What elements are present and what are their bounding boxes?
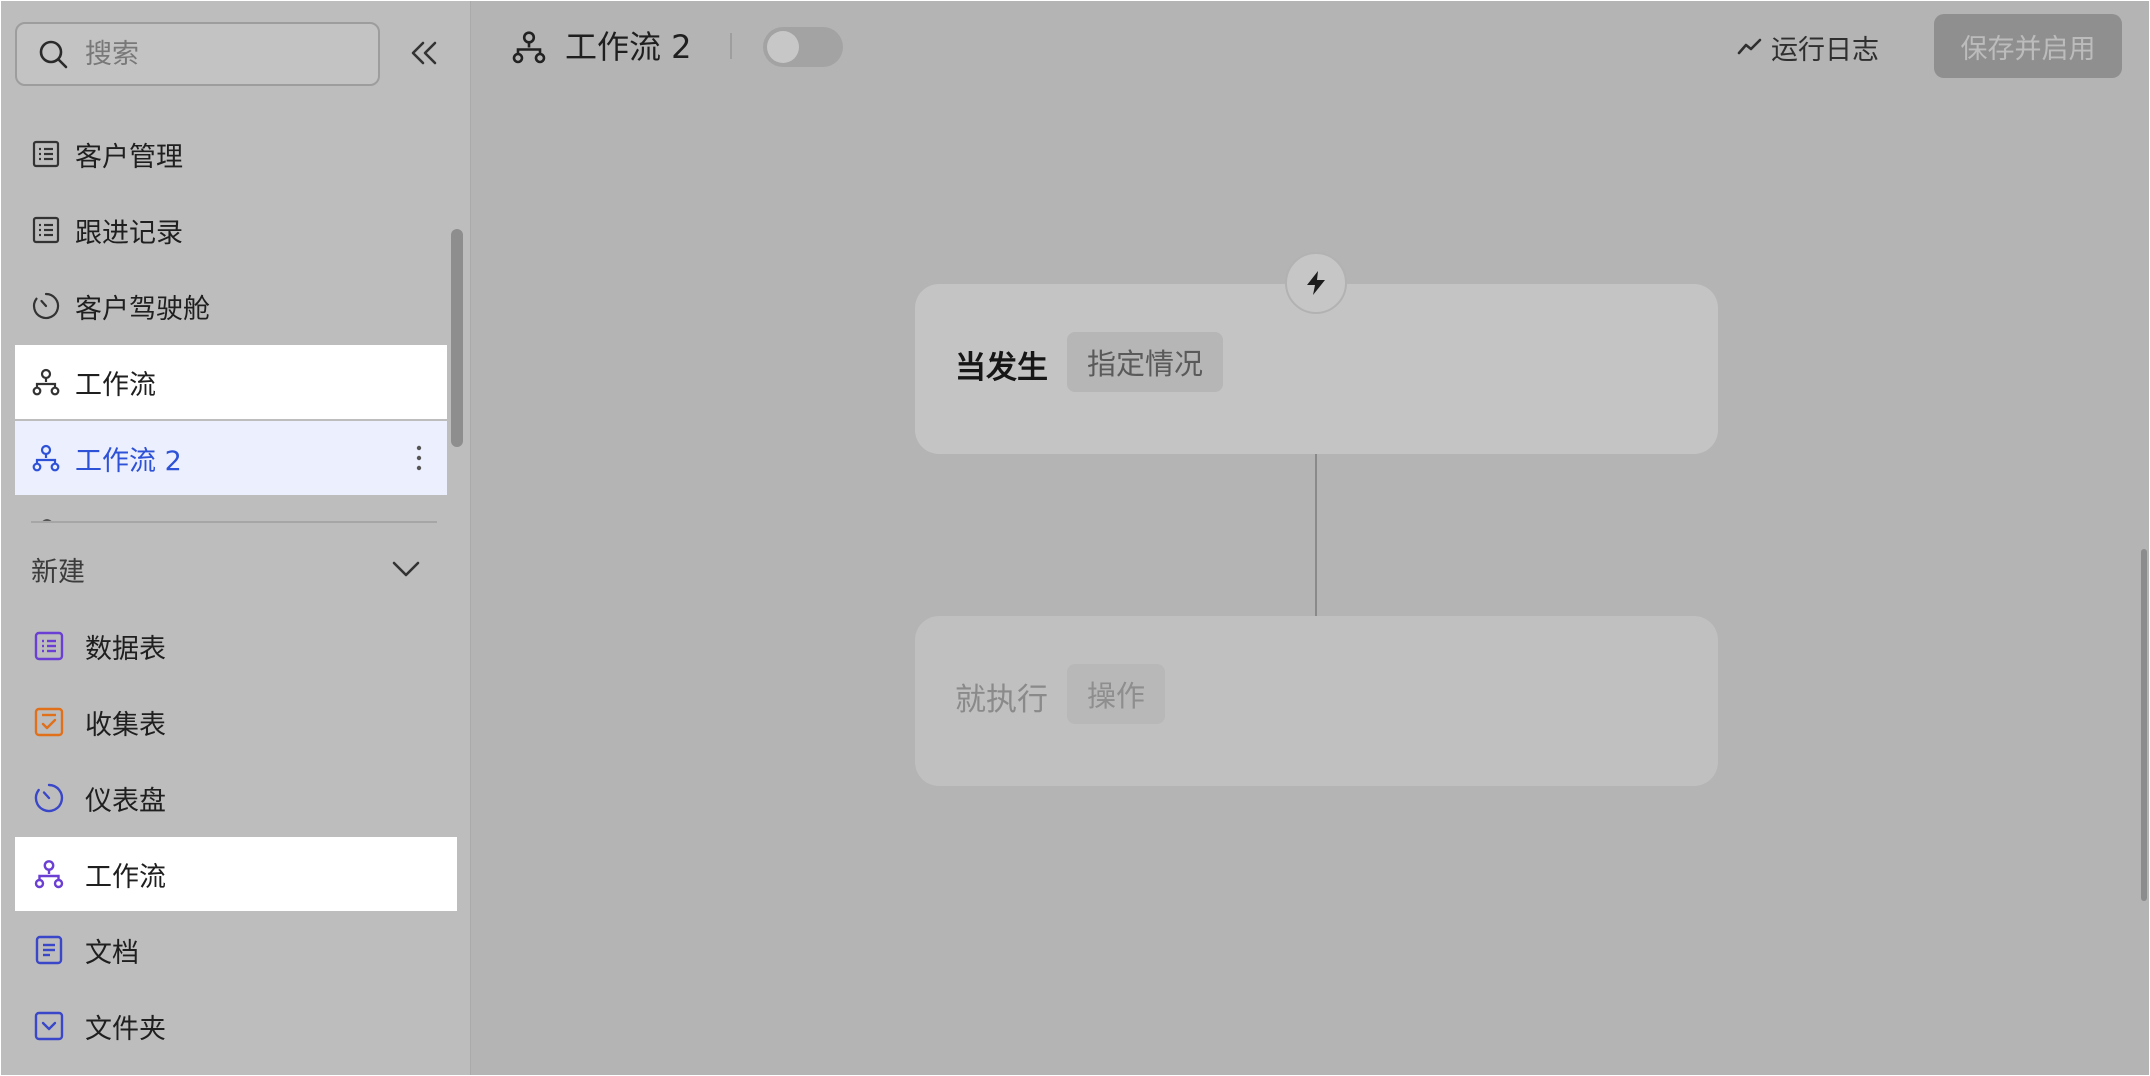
- new-form-button[interactable]: 收集表: [15, 685, 457, 759]
- trigger-badge: [1285, 252, 1347, 314]
- sidebar-item-customer-cockpit[interactable]: 客户驾驶舱: [15, 269, 447, 343]
- canvas-scrollbar[interactable]: [2141, 549, 2147, 901]
- action-node[interactable]: 就执行 操作: [915, 616, 1718, 786]
- divider: [31, 521, 437, 523]
- run-log-button[interactable]: 运行日志: [1737, 25, 1879, 69]
- workflow-icon: [32, 444, 60, 472]
- table-icon: [32, 140, 60, 168]
- sidebar-item-label: 工作流: [75, 369, 156, 401]
- new-item-label: 文档: [85, 937, 139, 969]
- sidebar-item-follow-up-records[interactable]: 跟进记录: [15, 193, 447, 267]
- sidebar: 客户管理 跟进记录 客户驾驶舱: [1, 1, 471, 1075]
- run-log-label: 运行日志: [1771, 34, 1879, 66]
- collapse-sidebar-icon[interactable]: [406, 35, 442, 71]
- title-separator: [730, 33, 732, 59]
- page-title: 工作流 2: [565, 28, 692, 66]
- sidebar-item-label: 工作流 2: [75, 445, 182, 477]
- new-dashboard-button[interactable]: 仪表盘: [15, 761, 457, 835]
- new-item-label: 文件夹: [85, 1013, 166, 1045]
- new-section-title: 新建: [31, 556, 85, 588]
- action-label: 就执行: [955, 682, 1048, 718]
- new-item-label: 仪表盘: [85, 785, 166, 817]
- search-input[interactable]: [83, 37, 347, 71]
- save-and-enable-button[interactable]: 保存并启用: [1934, 14, 2122, 78]
- new-item-label: 收集表: [85, 709, 166, 741]
- workflow-icon: [512, 31, 546, 64]
- form-icon: [34, 707, 64, 737]
- sidebar-scrollbar[interactable]: [451, 229, 463, 447]
- table-icon: [32, 216, 60, 244]
- workflow-icon: [34, 860, 64, 889]
- dashboard-icon: [32, 292, 60, 320]
- folder-icon: [34, 1011, 64, 1041]
- sidebar-item-workflow-2[interactable]: 工作流 2: [15, 421, 447, 495]
- new-item-label: 数据表: [85, 633, 166, 665]
- sidebar-item-label: 客户管理: [75, 141, 183, 173]
- enable-toggle[interactable]: [763, 27, 843, 67]
- new-section-header[interactable]: 新建: [31, 541, 423, 597]
- chevron-down-icon: [392, 561, 420, 577]
- dashboard-icon: [34, 783, 64, 813]
- new-item-label: 工作流: [85, 861, 166, 893]
- new-folder-button[interactable]: 文件夹: [15, 989, 457, 1063]
- more-options-icon[interactable]: [415, 443, 423, 473]
- workflow-icon: [32, 368, 60, 396]
- sidebar-item-label: 跟进记录: [75, 217, 183, 249]
- trigger-label: 当发生: [955, 350, 1048, 386]
- node-connector: [1315, 454, 1317, 616]
- lightning-bolt-icon: [1307, 271, 1325, 295]
- sidebar-item-workflow[interactable]: 工作流: [15, 345, 447, 419]
- new-document-button[interactable]: 文档: [15, 913, 457, 987]
- toggle-knob: [767, 31, 799, 63]
- app-window: 客户管理 跟进记录 客户驾驶舱: [1, 1, 2149, 1075]
- trend-chart-icon: [1737, 38, 1762, 55]
- new-datasheet-button[interactable]: 数据表: [15, 609, 457, 683]
- document-icon: [35, 935, 63, 965]
- sidebar-item-customer-management[interactable]: 客户管理: [15, 117, 447, 191]
- new-workflow-button[interactable]: 工作流: [15, 837, 457, 911]
- search-box[interactable]: [15, 22, 380, 86]
- trigger-condition-chip[interactable]: 指定情况: [1067, 332, 1224, 392]
- search-icon: [39, 40, 68, 69]
- action-chip[interactable]: 操作: [1067, 664, 1166, 724]
- sidebar-item-label: 客户驾驶舱: [75, 293, 210, 325]
- datasheet-icon: [34, 631, 64, 661]
